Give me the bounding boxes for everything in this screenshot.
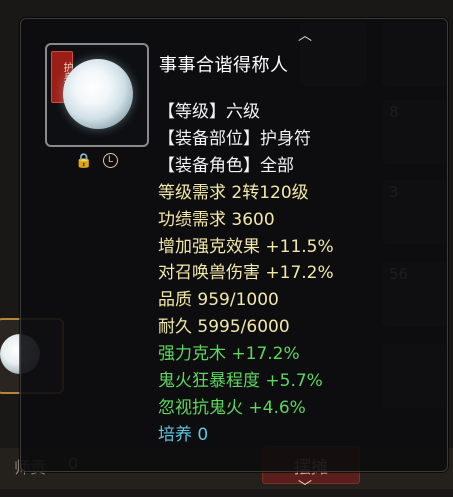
- item-icon-frame: 护身符: [45, 43, 149, 147]
- prop-cultivation: 培养 0: [158, 424, 209, 445]
- pearl-charm-icon: [63, 59, 133, 129]
- prop-slot: 【装备部位】护身符: [158, 128, 311, 149]
- item-properties: 【等级】六级 【装备部位】护身符 【装备角色】全部 等级需求 2转120级 功绩…: [158, 99, 334, 449]
- prop-counter-effect: 增加强克效果 +11.5%: [158, 236, 334, 257]
- prop-level: 【等级】六级: [158, 102, 260, 122]
- prop-role: 【装备角色】全部: [158, 155, 294, 176]
- item-name: 事事合谐得称人: [159, 55, 289, 76]
- prop-level-req: 等级需求 2转120级: [158, 182, 309, 203]
- prop-ignore-ghostfire: 忽视抗鬼火 +4.6%: [158, 397, 306, 418]
- scroll-down-icon[interactable]: ﹀: [293, 477, 317, 496]
- prop-strong-vs-wood: 强力克木 +17.2%: [158, 344, 300, 365]
- lock-icon: 🔒: [75, 153, 93, 169]
- prop-ghostfire-crit: 鬼火狂暴程度 +5.7%: [158, 371, 323, 392]
- prop-merit-req: 功绩需求 3600: [158, 209, 275, 230]
- item-tooltip: ︿ 护身符 🔒 L 事事合谐得称人 【等级】六级 【装备部位】护身符 【装备角色…: [20, 18, 448, 496]
- scroll-up-icon[interactable]: ︿: [293, 25, 317, 44]
- prop-quality: 品质 959/1000: [158, 290, 279, 311]
- clock-icon: L: [103, 153, 118, 168]
- prop-durability: 耐久 5995/6000: [158, 317, 290, 338]
- prop-summon-damage: 对召唤兽伤害 +17.2%: [158, 263, 334, 284]
